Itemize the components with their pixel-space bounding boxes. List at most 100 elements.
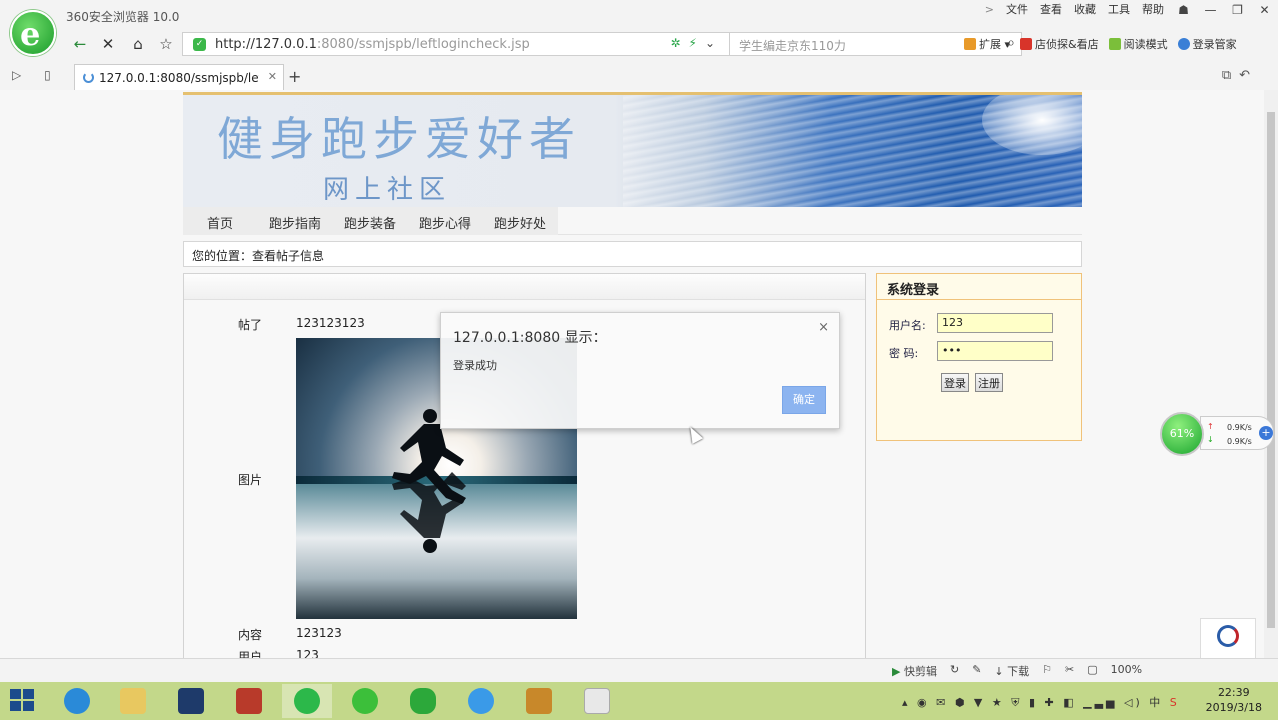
home-icon[interactable]: ⌂	[126, 33, 150, 55]
address-bar[interactable]: ✓ http://127.0.0.1:8080/ssmjspb/leftlogi…	[182, 32, 730, 56]
taskbar-book-icon[interactable]	[224, 684, 274, 718]
menu-favorites[interactable]: 收藏	[1068, 3, 1102, 17]
windows-start-icon[interactable]	[10, 689, 36, 713]
taskbar-360-green-icon[interactable]	[340, 684, 390, 718]
shop-spy-button[interactable]: 店侦探&看店	[1020, 36, 1099, 52]
clean-icon[interactable]: ✎	[972, 663, 981, 679]
maximize-button[interactable]: ❐	[1224, 0, 1251, 22]
close-window-button[interactable]: ✕	[1251, 0, 1278, 22]
nav-home[interactable]: 首页	[207, 213, 233, 232]
taskbar-clock[interactable]: 22:39 2019/3/18	[1206, 685, 1262, 715]
register-button[interactable]: 注册	[975, 373, 1003, 392]
widget-plus-icon[interactable]: +	[1259, 426, 1273, 440]
windows-taskbar: ▴ ◉ ✉ ⬢ ▼ ★ ⛨ ▮ ✚ ◧ ▁▃▅ ◁) 中 S 22:39 201…	[0, 682, 1278, 720]
alert-dialog: 127.0.0.1:8080 显示： × 登录成功 确定	[440, 312, 840, 429]
post-user-value: 123	[296, 648, 319, 658]
menu-tools[interactable]: 工具	[1102, 3, 1136, 17]
tab-title: 127.0.0.1:8080/ssmjspb/leftlo	[99, 71, 259, 85]
site-main-nav: 首页 跑步指南 跑步装备 跑步心得 跑步好处	[183, 207, 1082, 235]
post-panel-header	[184, 274, 865, 300]
nav-running-notes[interactable]: 跑步心得	[419, 213, 471, 232]
clock-date: 2019/3/18	[1205, 701, 1262, 714]
quick-clip-button[interactable]: ▶ 快剪辑	[892, 663, 937, 679]
clock-time: 22:39	[1217, 686, 1250, 699]
extensions-button[interactable]: 扩展 ▾	[964, 36, 1010, 52]
menu-expand-icon[interactable]: >	[979, 3, 1000, 17]
extension-bar: 扩展 ▾ 店侦探&看店 阅读模式 登录管家	[964, 36, 1237, 52]
scrollbar-thumb[interactable]	[1267, 112, 1275, 628]
post-content-label: 内容	[238, 628, 263, 642]
upload-arrow-icon: ↑	[1207, 422, 1214, 431]
breadcrumb-text: 您的位置：查看帖子信息	[192, 249, 325, 263]
site-title: 健身跑步爱好者	[217, 112, 581, 166]
address-bar-icons[interactable]: ✲⚡⌄	[670, 36, 723, 50]
back-arrow-icon[interactable]: ←	[68, 33, 92, 55]
zoom-level[interactable]: 100%	[1111, 663, 1142, 679]
browser-nav-bar: ← ✕ ⌂ ☆ ✓ http://127.0.0.1:8080/ssmjspb/…	[62, 31, 1278, 57]
login-button[interactable]: 登录	[941, 373, 969, 392]
page-scrollbar[interactable]	[1264, 90, 1278, 658]
stop-icon[interactable]: ✕	[96, 33, 120, 55]
taskbar-360-browser-icon[interactable]	[282, 684, 332, 718]
new-tab-button[interactable]: +	[288, 67, 301, 86]
browser-logo-icon: e	[10, 10, 56, 56]
flag-icon[interactable]: ⚐	[1042, 663, 1052, 679]
minimize-button[interactable]: —	[1197, 0, 1224, 22]
username-field[interactable]: 123	[937, 313, 1053, 333]
taskbar-ie2-icon[interactable]	[456, 684, 506, 718]
tab-bar: ▷ ▯ 127.0.0.1:8080/ssmjspb/leftlo ✕ + ⧉↶	[0, 62, 1278, 91]
browser-status-bar: ▶ 快剪辑 ↻ ✎ ↓ 下载 ⚐ ✂ ▢ 100%	[0, 658, 1278, 682]
taskbar-ie-icon[interactable]	[52, 684, 102, 718]
tab-active[interactable]: 127.0.0.1:8080/ssmjspb/leftlo ✕	[74, 64, 284, 91]
nav-running-gear[interactable]: 跑步装备	[344, 213, 396, 232]
login-panel: 系统登录 用户名: 123 密 码: ••• 登录 注册	[876, 273, 1082, 441]
browser-menu: > 文件 查看 收藏 工具 帮助	[979, 3, 1170, 17]
system-tray[interactable]: ▴ ◉ ✉ ⬢ ▼ ★ ⛨ ▮ ✚ ◧ ▁▃▅ ◁) 中 S	[902, 694, 1180, 710]
screenshot-icon[interactable]: ✂	[1065, 663, 1074, 679]
dialog-ok-button[interactable]: 确定	[782, 386, 826, 414]
sidebar-toggle-icon[interactable]: ▷ ▯	[12, 68, 51, 82]
skin-icon[interactable]: ☗	[1170, 0, 1197, 22]
menu-help[interactable]: 帮助	[1136, 3, 1170, 17]
browser-app-title: 360安全浏览器 10.0	[66, 10, 180, 24]
download-arrow-icon: ↓	[1207, 435, 1214, 444]
refresh-icon[interactable]: ↻	[950, 663, 959, 679]
username-label: 用户名:	[889, 319, 926, 332]
search-placeholder: 学生编走京东110力	[739, 39, 846, 53]
loading-spinner-icon	[83, 72, 94, 83]
security-shield-icon: ✓	[193, 38, 206, 51]
ime-indicator[interactable]: 中	[1149, 696, 1163, 709]
taskbar-eclipse-icon[interactable]	[166, 684, 216, 718]
password-field[interactable]: •••	[937, 341, 1053, 361]
menu-file[interactable]: 文件	[1000, 3, 1034, 17]
nav-running-benefits[interactable]: 跑步好处	[494, 213, 546, 232]
network-speed-widget[interactable]: ↑ 0.9K/s ↓ 0.9K/s + 61%	[1160, 412, 1278, 456]
post-title-value: 123123123	[296, 316, 365, 330]
nav-running-guide[interactable]: 跑步指南	[269, 213, 321, 232]
address-url[interactable]: http://127.0.0.1:8080/ssmjspb/leftloginc…	[215, 37, 530, 52]
download-button[interactable]: ↓ 下载	[994, 663, 1029, 679]
window-icon[interactable]: ▢	[1087, 663, 1097, 679]
tab-close-icon[interactable]: ✕	[268, 70, 277, 83]
browser-title-bar: 360安全浏览器 10.0 > 文件 查看 收藏 工具 帮助 ☗ — ❐ ✕	[0, 0, 1278, 30]
read-mode-button[interactable]: 阅读模式	[1108, 36, 1168, 52]
dialog-message: 登录成功	[453, 359, 497, 372]
speed-panel: ↑ 0.9K/s ↓ 0.9K/s +	[1200, 416, 1274, 450]
menu-view[interactable]: 查看	[1034, 3, 1068, 17]
post-user-label: 用户	[238, 650, 263, 658]
taskbar-explorer-icon[interactable]	[108, 684, 158, 718]
taskbar-java-icon[interactable]	[572, 684, 622, 718]
tab-restore-icons[interactable]: ⧉↶	[1222, 68, 1258, 83]
favorite-star-icon[interactable]: ☆	[154, 33, 178, 55]
breadcrumb: 您的位置：查看帖子信息	[183, 241, 1082, 267]
site-subtitle: 网上社区	[323, 175, 452, 205]
window-controls: ☗ — ❐ ✕	[1170, 0, 1278, 22]
login-manager-button[interactable]: 登录管家	[1177, 36, 1237, 52]
taskbar-paw-icon[interactable]	[398, 684, 448, 718]
dialog-close-icon[interactable]: ×	[818, 320, 829, 335]
download-speed: 0.9K/s	[1227, 437, 1252, 446]
taskbar-notebook-icon[interactable]	[514, 684, 564, 718]
site-banner: 健身跑步爱好者 网上社区	[183, 92, 1082, 207]
post-content-value: 123123	[296, 626, 342, 640]
memory-percent-ball[interactable]: 61%	[1160, 412, 1204, 456]
